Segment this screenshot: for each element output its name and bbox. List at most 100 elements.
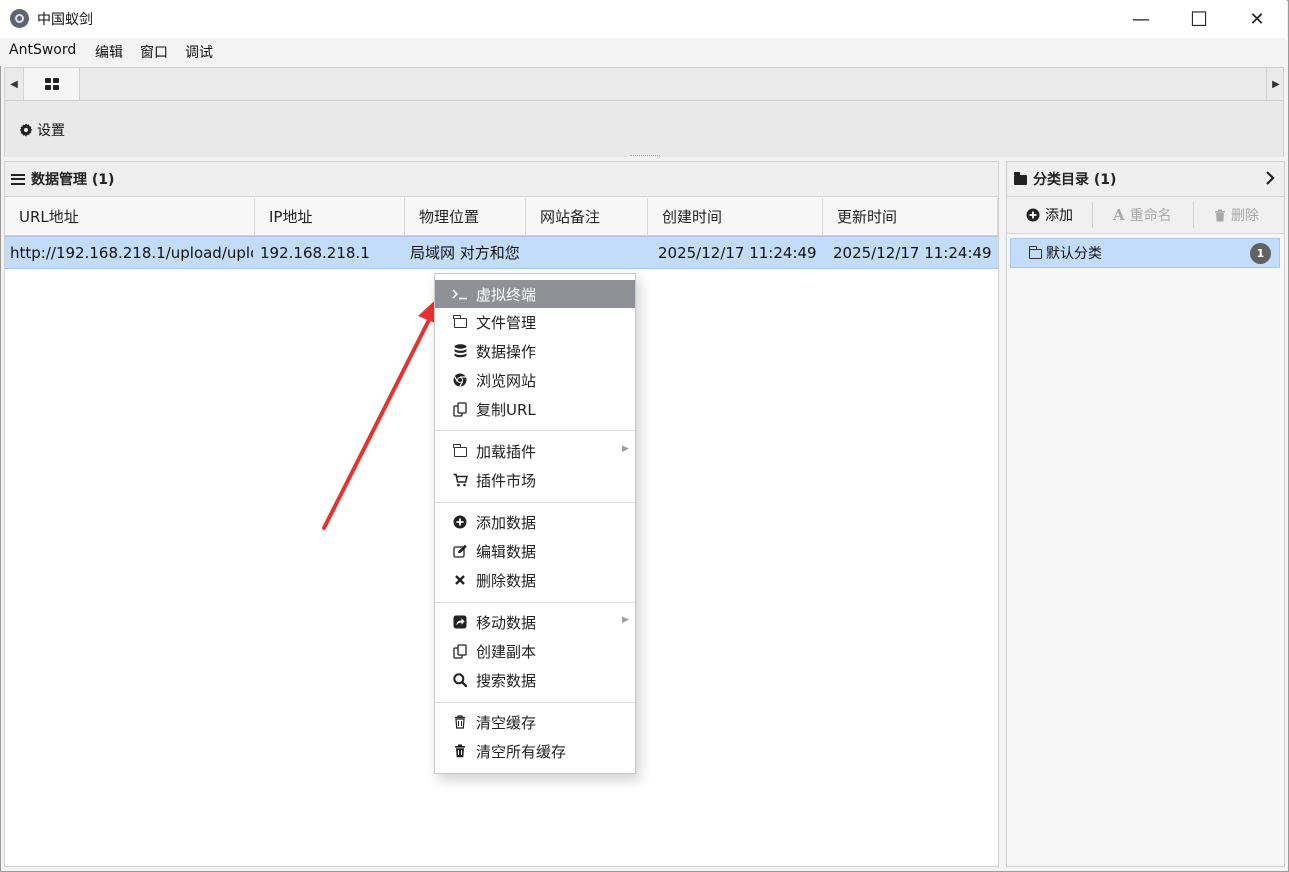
menu-item-label: 移动数据 bbox=[476, 613, 537, 632]
cell-url: http://192.168.218.1/upload/uplo bbox=[10, 243, 253, 262]
category-panel-title: 分类目录 (1) bbox=[1033, 172, 1117, 188]
share-icon bbox=[452, 615, 468, 629]
minimize-button[interactable]: — bbox=[1112, 0, 1170, 38]
copy-icon bbox=[452, 401, 468, 417]
menu-item-label: 添加数据 bbox=[476, 513, 537, 532]
category-delete-button[interactable]: 删除 bbox=[1214, 205, 1259, 225]
copy-icon bbox=[452, 643, 468, 659]
menu-item-label: 搜索数据 bbox=[476, 671, 537, 690]
tab-strip bbox=[4, 67, 1284, 101]
column-header-url[interactable]: URL地址 bbox=[5, 198, 255, 235]
menu-item-search-data[interactable]: 搜索数据 bbox=[435, 666, 635, 694]
menu-item-label: 虚拟终端 bbox=[476, 285, 537, 304]
menu-debug[interactable]: 调试 bbox=[185, 42, 213, 62]
menu-antsword[interactable]: AntSword bbox=[9, 42, 76, 58]
menu-item-clear-all-cache[interactable]: 清空所有缓存 bbox=[435, 737, 635, 765]
cell-location: 局域网 对方和您 bbox=[410, 244, 520, 262]
tab-scroll-right-button[interactable]: ▶ bbox=[1266, 68, 1285, 100]
category-panel-title-wrap: 分类目录 (1) bbox=[1014, 169, 1116, 189]
menu-separator bbox=[435, 702, 635, 703]
triangle-right-icon: ▶ bbox=[1272, 78, 1280, 90]
menu-item-label: 浏览网站 bbox=[476, 371, 537, 390]
tab-scroll-left-button[interactable]: ◀ bbox=[5, 68, 24, 100]
menu-item-edit-data[interactable]: 编辑数据 bbox=[435, 537, 635, 565]
category-item-label: 默认分类 bbox=[1046, 246, 1102, 262]
category-rename-button[interactable]: A 重命名 bbox=[1113, 205, 1172, 225]
category-delete-label: 删除 bbox=[1231, 208, 1259, 224]
font-icon: A bbox=[1113, 206, 1125, 224]
menu-item-browse-site[interactable]: 浏览网站 bbox=[435, 366, 635, 394]
column-header-ip[interactable]: IP地址 bbox=[255, 198, 405, 235]
menu-item-label: 清空所有缓存 bbox=[476, 742, 567, 761]
menu-item-load-plugin[interactable]: 加载插件 bbox=[435, 437, 635, 465]
submenu-arrow-icon: ▶ bbox=[622, 444, 629, 454]
toolbar-divider bbox=[1193, 202, 1194, 228]
splitter-handle[interactable] bbox=[630, 155, 660, 158]
maximize-icon: ☐ bbox=[1190, 7, 1208, 31]
close-button[interactable]: ✕ bbox=[1228, 0, 1286, 38]
maximize-button[interactable]: ☐ bbox=[1170, 0, 1228, 38]
x-icon bbox=[452, 574, 468, 586]
menu-item-copy-url[interactable]: 复制URL bbox=[435, 395, 635, 423]
cell-note bbox=[531, 236, 646, 269]
category-add-button[interactable]: 添加 bbox=[1026, 205, 1073, 225]
menu-item-label: 创建副本 bbox=[476, 642, 537, 661]
menu-item-add-data[interactable]: 添加数据 bbox=[435, 508, 635, 536]
trash-icon bbox=[1215, 209, 1225, 221]
menu-item-clear-cache[interactable]: 清空缓存 bbox=[435, 708, 635, 736]
window-title: 中国蚁剑 bbox=[37, 12, 93, 28]
chevron-right-icon[interactable] bbox=[1264, 170, 1276, 186]
menu-item-data-operation[interactable]: 数据操作 bbox=[435, 337, 635, 365]
category-item-label-wrap: 默认分类 bbox=[1028, 243, 1102, 263]
category-rename-label: 重命名 bbox=[1129, 208, 1172, 224]
folder-icon-wrap bbox=[452, 315, 468, 328]
menu-window[interactable]: 窗口 bbox=[140, 42, 168, 62]
folder-icon-wrap bbox=[452, 444, 468, 457]
grid-icon bbox=[44, 78, 59, 90]
settings-button[interactable]: 设置 bbox=[19, 120, 65, 140]
column-header-location[interactable]: 物理位置 bbox=[405, 198, 526, 235]
column-header-note[interactable]: 网站备注 bbox=[526, 198, 648, 235]
submenu-arrow-icon: ▶ bbox=[622, 615, 629, 625]
data-panel-title: 数据管理 (1) bbox=[31, 172, 115, 188]
menu-separator bbox=[435, 430, 635, 431]
menu-separator bbox=[435, 502, 635, 503]
menu-item-label: 复制URL bbox=[476, 400, 536, 419]
tab-home[interactable] bbox=[24, 68, 80, 100]
category-add-label: 添加 bbox=[1045, 208, 1073, 224]
annotation-arrow bbox=[322, 292, 444, 530]
folder-icon bbox=[1014, 172, 1027, 185]
menu-item-label: 清空缓存 bbox=[476, 713, 537, 732]
trash-outline-icon bbox=[452, 715, 468, 729]
menu-edit[interactable]: 编辑 bbox=[95, 42, 123, 62]
column-header-updated[interactable]: 更新时间 bbox=[823, 198, 998, 235]
data-panel-title-wrap: 数据管理 (1) bbox=[11, 169, 114, 189]
edit-icon bbox=[452, 544, 468, 558]
trash-icon bbox=[452, 744, 468, 758]
plus-circle-icon bbox=[452, 515, 468, 529]
data-panel-header: 数据管理 (1) bbox=[5, 162, 998, 197]
column-header-created[interactable]: 创建时间 bbox=[648, 198, 823, 235]
triangle-left-icon: ◀ bbox=[10, 78, 18, 90]
title-bar bbox=[0, 0, 1287, 38]
plus-circle-icon bbox=[1026, 208, 1040, 222]
menu-item-label: 加载插件 bbox=[476, 442, 537, 461]
main-toolbar bbox=[4, 101, 1284, 157]
menu-item-label: 文件管理 bbox=[476, 313, 537, 332]
menu-item-plugin-market[interactable]: 插件市场 bbox=[435, 466, 635, 494]
menu-item-label: 插件市场 bbox=[476, 471, 537, 490]
cell-ip: 192.168.218.1 bbox=[260, 243, 370, 262]
menu-item-create-copy[interactable]: 创建副本 bbox=[435, 637, 635, 665]
cell-created: 2025/12/17 11:24:49 bbox=[658, 243, 817, 262]
category-count-badge: 1 bbox=[1250, 243, 1271, 264]
minimize-icon: — bbox=[1132, 8, 1150, 30]
menu-separator bbox=[435, 602, 635, 603]
folder-icon bbox=[453, 444, 467, 457]
database-icon bbox=[452, 344, 468, 358]
menu-item-delete-data[interactable]: 删除数据 bbox=[435, 566, 635, 594]
close-icon: ✕ bbox=[1249, 8, 1265, 30]
menu-item-move-data[interactable]: 移动数据 bbox=[435, 608, 635, 636]
menu-item-file-manager[interactable]: 文件管理 bbox=[435, 308, 635, 336]
menu-item-virtual-terminal[interactable]: 虚拟终端 bbox=[435, 280, 635, 308]
cart-icon bbox=[452, 473, 468, 487]
